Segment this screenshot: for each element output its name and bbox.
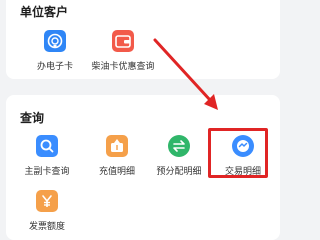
section-title-query: 查询: [20, 111, 45, 125]
highlight-box: [208, 128, 268, 178]
corporate-customer-card: 单位客户 办电子卡 柴油卡优惠查询: [6, 0, 280, 79]
diesel-card-discount-label: 柴油卡优惠查询: [91, 62, 155, 72]
section-title-corporate: 单位客户: [20, 5, 69, 19]
invoice-quota-label: 发票额度: [28, 222, 65, 232]
search-icon: [36, 135, 58, 157]
wallet-icon: [112, 30, 134, 52]
e-card-icon: [44, 30, 66, 52]
transfer-icon: [168, 135, 190, 157]
recharge-icon: [106, 135, 128, 157]
invoice-icon: [36, 190, 58, 212]
